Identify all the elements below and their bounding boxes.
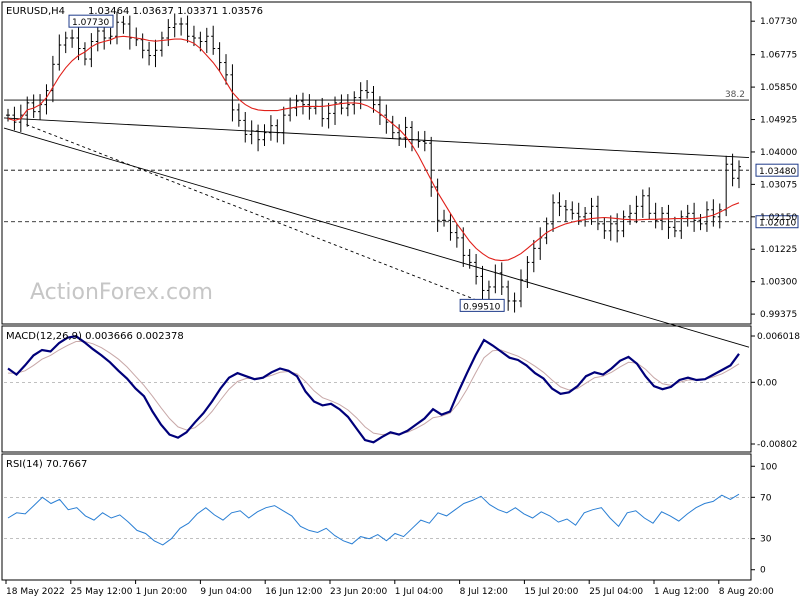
price-y-tick-label: 1.00300 xyxy=(760,278,797,288)
x-tick-label: 25 May 12:00 xyxy=(71,587,133,597)
rsi-y-tick-label: 30 xyxy=(760,535,772,545)
price-panel-frame xyxy=(1,1,752,325)
ohlc-readout: 1.03464 1.03637 1.03371 1.03576 xyxy=(88,6,263,17)
x-tick-label: 9 Jun 04:00 xyxy=(200,587,252,597)
macd-y-tick-label: 0.00 xyxy=(757,378,777,388)
rsi-title: RSI(14) 70.7667 xyxy=(6,459,87,470)
x-tick-label: 25 Jul 04:00 xyxy=(589,587,643,597)
price-y-tick-label: 1.05850 xyxy=(760,83,797,93)
price-y-tick-label: 1.06775 xyxy=(760,51,797,61)
price-y-tick-label: 1.07730 xyxy=(760,17,797,27)
macd-panel-frame xyxy=(1,325,752,453)
macd-y-tick-label: 0.006018 xyxy=(757,332,800,342)
x-tick-label: 8 Jul 12:00 xyxy=(460,587,509,597)
macd-y-tick-label: -0.00802 xyxy=(757,440,797,450)
x-tick-label: 1 Jul 04:00 xyxy=(395,587,444,597)
x-tick-label: 1 Aug 12:00 xyxy=(654,587,709,597)
rsi-y-tick-label: 70 xyxy=(760,493,772,503)
rsi-y-tick-label: 0 xyxy=(760,566,766,576)
price-y-tick-label: 1.01225 xyxy=(760,245,797,255)
x-tick-label: 18 May 2022 xyxy=(6,587,65,597)
x-tick-label: 23 Jun 20:00 xyxy=(330,587,387,597)
x-tick-label: 8 Aug 20:00 xyxy=(719,587,774,597)
level-price-box-label: 1.03480 xyxy=(759,167,796,177)
swing-low-marker-label: 0.99510 xyxy=(463,302,500,312)
x-tick-label: 1 Jun 20:00 xyxy=(136,587,188,597)
price-y-tick-label: 1.04925 xyxy=(760,116,797,126)
price-y-tick-label: 1.03075 xyxy=(760,180,797,190)
fib-level-label: 38.2 xyxy=(725,90,745,100)
swing-high-marker-label: 1.07730 xyxy=(72,18,109,28)
x-tick-label: 16 Jun 12:00 xyxy=(265,587,322,597)
chart-canvas: 38.21.077300.99510 1.034801.020101.07730… xyxy=(1,1,800,597)
price-y-tick-label: 1.02150 xyxy=(760,213,797,223)
x-tick-label: 15 Jul 20:00 xyxy=(524,587,578,597)
price-y-tick-label: 0.99375 xyxy=(760,310,797,320)
price-y-tick-label: 1.04000 xyxy=(760,148,797,158)
y-axis-labels: 1.034801.020101.077301.067751.058501.049… xyxy=(751,17,800,576)
x-axis-labels: 18 May 2022 25 May 12:00 1 Jun 20:00 9 Jun … xyxy=(5,580,774,597)
watermark: ActionForex.com xyxy=(30,280,213,305)
rsi-y-tick-label: 100 xyxy=(760,462,777,472)
macd-title: MACD(12,26,9) 0.003666 0.002378 xyxy=(6,331,184,342)
symbol-label: EURUSD,H4 xyxy=(6,6,65,17)
